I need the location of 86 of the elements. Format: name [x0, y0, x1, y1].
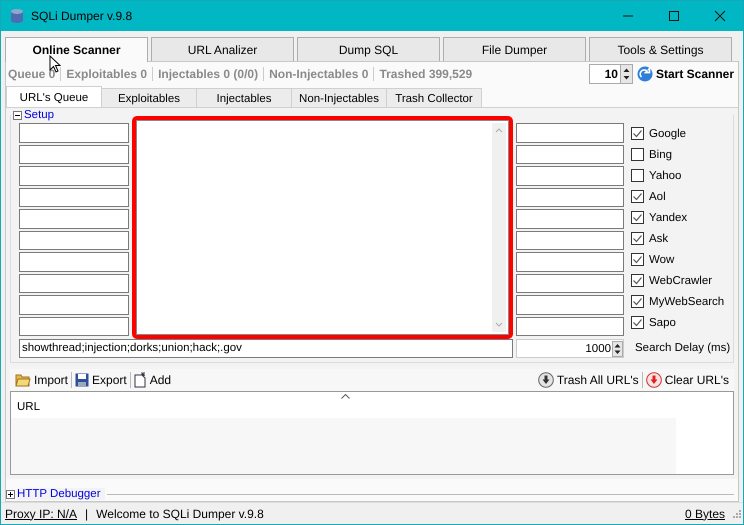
tab[interactable]: Exploitables: [101, 88, 197, 108]
input-field[interactable]: [19, 209, 129, 228]
checkbox[interactable]: [631, 127, 644, 140]
toolbar-button[interactable]: Import: [12, 370, 72, 390]
input-field[interactable]: [19, 123, 129, 142]
input-field[interactable]: [516, 209, 624, 228]
checkbox[interactable]: [631, 232, 644, 245]
checkbox[interactable]: [631, 211, 644, 224]
input-field[interactable]: [19, 316, 129, 336]
checkbox-label[interactable]: Bing: [649, 148, 672, 160]
tab[interactable]: Trash Collector: [386, 88, 482, 108]
database-icon: [9, 8, 25, 24]
tab[interactable]: URL's Queue: [6, 86, 102, 108]
tab[interactable]: Injectables: [196, 88, 292, 108]
checkbox-label[interactable]: Google: [649, 128, 686, 140]
resize-grip-icon: [733, 510, 741, 518]
close-icon[interactable]: [714, 10, 726, 22]
column-header[interactable]: URL: [11, 395, 40, 413]
checkbox[interactable]: [631, 253, 644, 266]
delay-spinner[interactable]: 1000: [516, 339, 624, 358]
bytes-counter[interactable]: 0 Bytes: [684, 506, 725, 520]
checkbox[interactable]: [631, 274, 644, 287]
threads-spinner[interactable]: 10: [588, 64, 633, 84]
checkbox-label[interactable]: Aol: [649, 190, 666, 202]
checkbox[interactable]: [631, 169, 644, 182]
input-field[interactable]: [19, 188, 129, 207]
input-field[interactable]: [516, 230, 624, 250]
input-field[interactable]: [19, 144, 129, 164]
input-field[interactable]: [19, 274, 129, 293]
input-field[interactable]: [516, 252, 624, 272]
toolbar-button[interactable]: Export: [72, 370, 130, 390]
group-label[interactable]: HTTP Debugger: [17, 488, 105, 500]
checkbox[interactable]: [631, 316, 644, 329]
maximize-icon[interactable]: [668, 10, 680, 22]
input-field[interactable]: [516, 123, 624, 142]
stat-label: Queue 0: [8, 67, 56, 81]
checkbox[interactable]: [631, 295, 644, 308]
tab[interactable]: Tools & Settings: [589, 37, 732, 61]
tab[interactable]: URL Analizer: [151, 37, 294, 61]
status-message: Welcome to SQLi Dumper v.9.8: [96, 506, 264, 520]
stat-label: Non-Injectables 0: [263, 67, 374, 81]
checkbox[interactable]: [631, 190, 644, 203]
input-field[interactable]: [19, 252, 129, 272]
checkbox-label[interactable]: MyWebSearch: [649, 296, 724, 308]
separator-text: |: [85, 506, 88, 520]
tab[interactable]: Dump SQL: [297, 37, 440, 61]
checkbox-label[interactable]: Wow: [649, 254, 674, 266]
input-field[interactable]: [516, 316, 624, 336]
input-field[interactable]: [516, 295, 624, 314]
checkbox-label[interactable]: Yahoo: [649, 170, 682, 182]
input-field[interactable]: [19, 166, 129, 186]
refresh-icon: [636, 66, 653, 82]
spin-arrows-icon[interactable]: [622, 66, 631, 82]
checkbox[interactable]: [631, 148, 644, 161]
delay-label: Search Delay (ms): [634, 342, 732, 354]
toolbar-button[interactable]: Clear URL's: [642, 370, 732, 390]
expand-icon[interactable]: [6, 490, 15, 498]
input-field[interactable]: [516, 166, 624, 186]
tab[interactable]: File Dumper: [443, 37, 586, 61]
folder-icon: [15, 373, 31, 387]
checkbox-label[interactable]: WebCrawler: [649, 274, 712, 286]
tab[interactable]: Online Scanner: [5, 37, 148, 62]
stat-label: Trashed 399,529: [373, 67, 478, 81]
input-field[interactable]: [516, 188, 624, 207]
new-page-icon: [134, 372, 147, 388]
floppy-icon: [75, 373, 90, 387]
checkbox-label[interactable]: Ask: [649, 232, 668, 244]
input-field[interactable]: [516, 144, 624, 164]
toolbar-button[interactable]: Add: [130, 370, 174, 390]
spin-arrows-icon[interactable]: [612, 340, 623, 356]
input-field[interactable]: [19, 230, 129, 250]
stat-label: Exploitables 0: [60, 67, 152, 81]
window-title: SQLi Dumper v.9.8: [31, 9, 132, 23]
input-field[interactable]: [19, 295, 129, 314]
checkbox-label[interactable]: Sapo: [649, 316, 676, 328]
stat-label: Injectables 0 (0/0): [152, 67, 264, 81]
start-scanner-button[interactable]: Start Scanner: [632, 66, 736, 82]
collapse-icon[interactable]: [13, 110, 22, 120]
sort-icon: [341, 394, 350, 399]
checkbox-label[interactable]: Yandex: [649, 212, 688, 224]
tab[interactable]: Non-Injectables: [291, 88, 387, 108]
proxy-status[interactable]: Proxy IP: N/A: [5, 506, 78, 520]
input-field[interactable]: [516, 274, 624, 293]
toolbar-button[interactable]: Trash All URL's: [534, 370, 642, 390]
input-field[interactable]: showthread;injection;dorks;union;hack;.gov: [19, 339, 513, 358]
url-list[interactable]: URL: [10, 391, 734, 475]
